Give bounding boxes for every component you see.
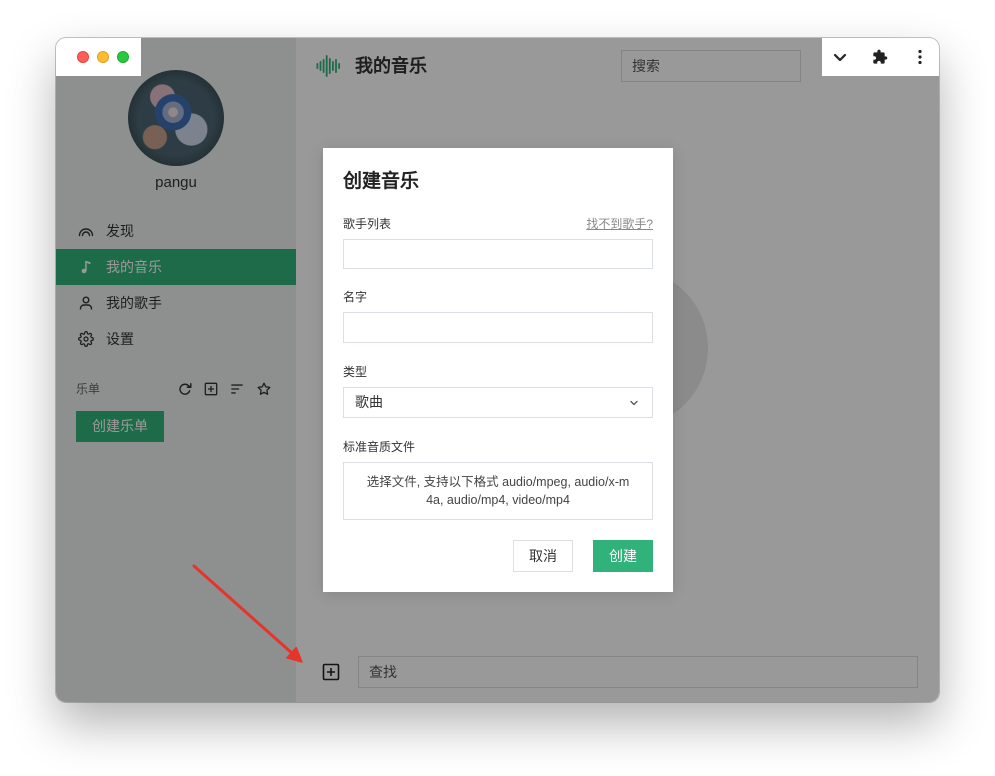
singer-not-found-link[interactable]: 找不到歌手?: [586, 216, 653, 232]
type-select-value: 歌曲: [355, 394, 383, 410]
maximize-window-button[interactable]: [117, 51, 129, 63]
dialog-title: 创建音乐: [343, 171, 420, 192]
create-button[interactable]: 创建: [593, 540, 653, 572]
create-music-dialog: 创建音乐 歌手列表 找不到歌手? 名字 类型 歌曲 标准音质文件 选择文件, 支…: [323, 148, 673, 592]
name-input[interactable]: [343, 312, 653, 343]
minimize-window-button[interactable]: [97, 51, 109, 63]
app-window: pangu 发现 我的音乐 我的歌手 设置 乐单 创建乐单 我的音乐 搜索 查找…: [56, 38, 939, 702]
name-label: 名字: [343, 290, 368, 304]
chevron-down-icon[interactable]: [832, 49, 848, 65]
audio-file-hint: 选择文件, 支持以下格式 audio/mpeg, audio/x-m4a, au…: [366, 475, 630, 507]
window-controls: [56, 38, 141, 76]
audio-file-label: 标准音质文件: [343, 440, 416, 454]
singer-list-label: 歌手列表: [343, 217, 392, 231]
close-window-button[interactable]: [77, 51, 89, 63]
cancel-button[interactable]: 取消: [513, 540, 573, 572]
chevron-down-icon: [629, 398, 639, 408]
more-vertical-icon[interactable]: [912, 49, 928, 65]
singer-list-input[interactable]: [343, 239, 653, 269]
window-toolbar: [822, 38, 939, 76]
type-label: 类型: [343, 365, 368, 379]
audio-file-picker[interactable]: 选择文件, 支持以下格式 audio/mpeg, audio/x-m4a, au…: [343, 462, 653, 520]
type-select[interactable]: 歌曲: [343, 387, 653, 418]
puzzle-icon[interactable]: [872, 49, 888, 65]
